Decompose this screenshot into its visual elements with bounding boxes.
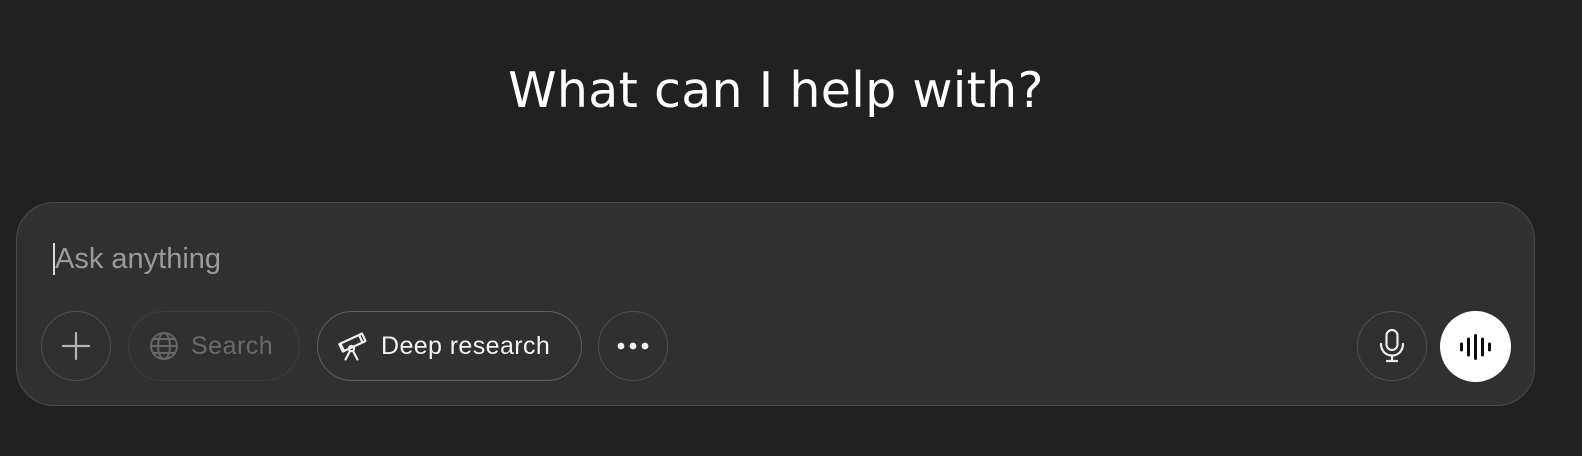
prompt-input[interactable]	[53, 239, 1455, 279]
plus-icon	[60, 330, 92, 362]
dictate-button[interactable]	[1357, 311, 1427, 381]
text-cursor	[53, 243, 55, 275]
deep-research-label: Deep research	[381, 331, 551, 360]
ellipsis-icon	[616, 341, 650, 351]
more-tools-button[interactable]	[598, 311, 668, 381]
search-button-label: Search	[191, 331, 274, 360]
chat-composer: Search Deep research	[16, 202, 1535, 406]
globe-icon	[148, 330, 180, 362]
page-title: What can I help with?	[508, 62, 1044, 119]
add-attachment-button[interactable]	[41, 311, 111, 381]
telescope-icon	[337, 330, 369, 362]
deep-research-button[interactable]: Deep research	[317, 311, 582, 381]
voice-mode-button[interactable]	[1440, 311, 1511, 382]
microphone-icon	[1377, 328, 1407, 364]
search-button[interactable]: Search	[128, 311, 300, 381]
soundwave-icon	[1459, 333, 1493, 360]
